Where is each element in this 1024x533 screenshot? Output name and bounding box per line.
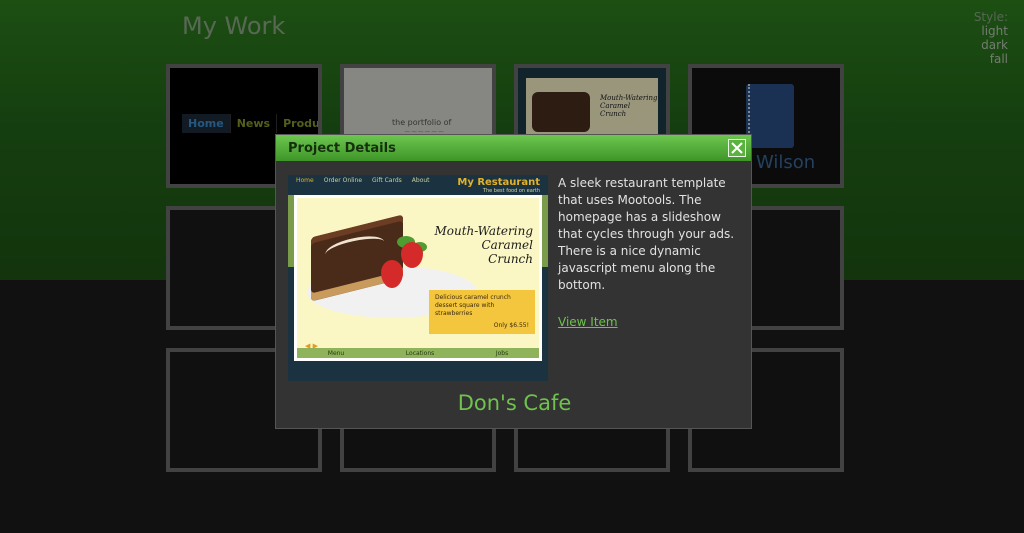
preview-slide-inner: Mouth-Watering Caramel Crunch Delicious … <box>297 198 539 358</box>
slide-caption: Delicious caramel crunch dessert square … <box>435 294 511 317</box>
preview-nav-item: Order Online <box>323 177 363 184</box>
project-preview-image: Home Order Online Gift Cards About My Re… <box>288 175 548 381</box>
project-description: A sleek restaurant template that uses Mo… <box>558 176 735 292</box>
slide-title: Mouth-Watering Caramel Crunch <box>434 224 533 266</box>
slide-caption-box: Delicious caramel crunch dessert square … <box>429 290 535 334</box>
preview-nav: Home Order Online Gift Cards About <box>296 177 430 184</box>
strawberry-image <box>401 242 423 268</box>
preview-slide: Mouth-Watering Caramel Crunch Delicious … <box>294 195 542 361</box>
project-name: Don's Cafe <box>457 391 572 415</box>
preview-bottom-menu: Menu Locations Jobs <box>297 348 539 358</box>
preview-bottom-item: Menu <box>327 349 345 357</box>
close-icon <box>731 142 743 154</box>
preview-nav-item: Gift Cards <box>372 177 402 184</box>
modal-title: Project Details <box>288 140 396 156</box>
preview-tagline: The best food on earth <box>482 188 540 194</box>
preview-brand: My Restaurant <box>457 177 540 188</box>
preview-bottom-item: Jobs <box>495 349 509 357</box>
preview-bottom-item: Locations <box>405 349 435 357</box>
view-item-link[interactable]: View Item <box>558 315 618 329</box>
slide-price: Only $6.55! <box>493 322 529 329</box>
modal-header: Project Details <box>276 135 751 161</box>
project-details-modal: Project Details Home Order Online Gift C… <box>275 134 752 429</box>
preview-nav-item: Home <box>296 177 314 184</box>
close-button[interactable] <box>728 139 746 157</box>
preview-nav-item: About <box>411 177 430 184</box>
